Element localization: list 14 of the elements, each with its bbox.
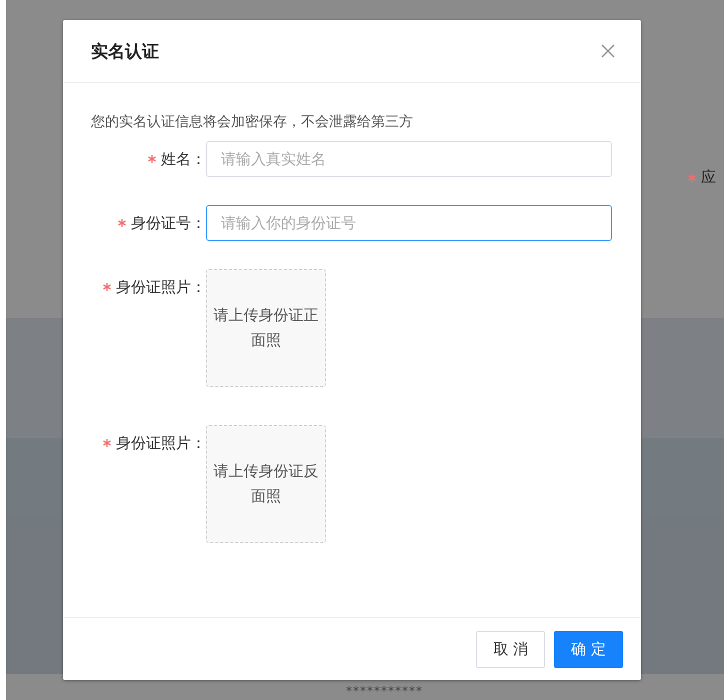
cancel-button[interactable]: 取 消 [476,630,546,668]
field-label: 身份证照片： [116,434,206,452]
form-label: 应 [701,168,716,187]
masked-text: *********** [346,684,423,698]
dialog-title: 实名认证 [91,40,159,62]
close-icon[interactable] [601,44,615,58]
input-field[interactable]: 请输入你的身份证号 [206,205,612,241]
notice-text: 您的实名认证信息将会加密保存，不会泄露给第三方 [91,113,414,131]
upload-area[interactable]: 请上传身份证正面照 [206,269,326,387]
confirm-button[interactable]: 确 定 [554,630,623,668]
field-label: 姓名： [161,150,206,168]
upload-area[interactable]: 请上传身份证反面照 [206,425,326,543]
field-label: 身份证照片： [116,278,206,296]
field-label: 身份证号： [131,214,206,232]
